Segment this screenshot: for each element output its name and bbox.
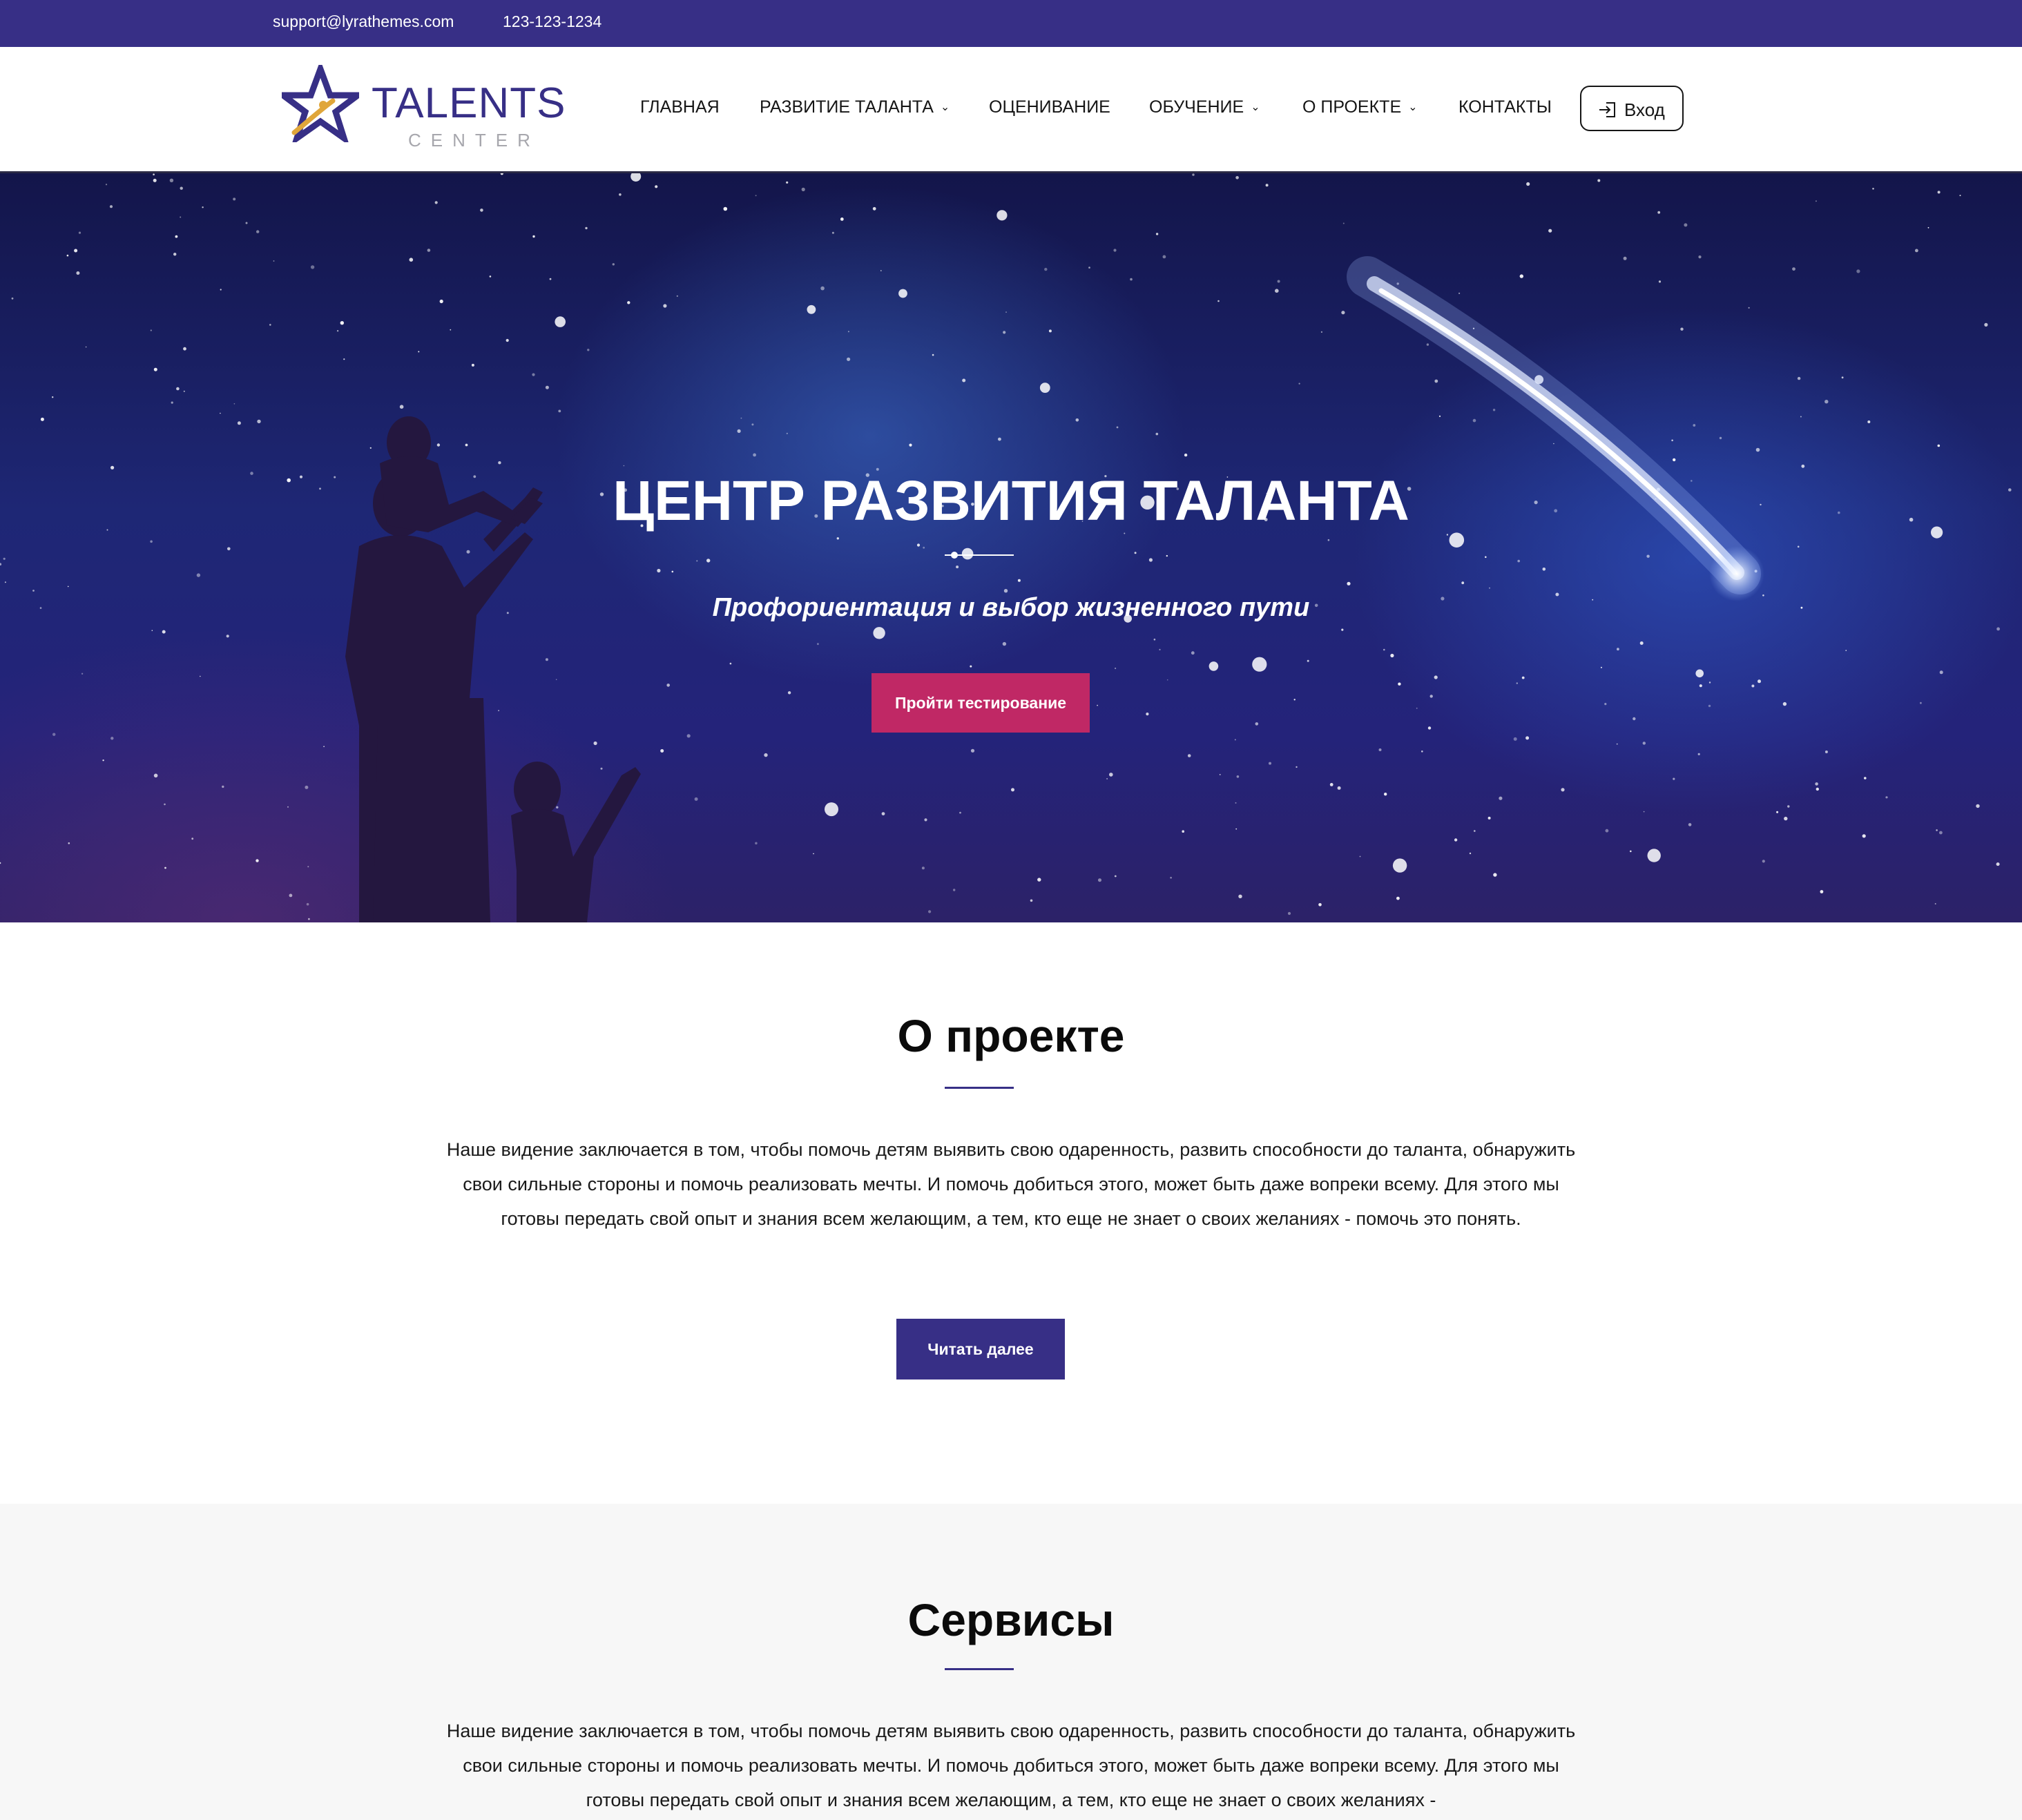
nav-item-label: Контакты — [1458, 97, 1552, 117]
chevron-down-icon: ⌄ — [1251, 101, 1260, 113]
contact-phone[interactable]: 123-123-1234 — [503, 12, 601, 31]
top-bar: support@lyrathemes.com 123-123-1234 — [0, 0, 2022, 47]
star-icon — [282, 65, 359, 142]
nav-item-talent-development[interactable]: Развитие таланта ⌄ — [760, 97, 950, 117]
take-test-button[interactable]: Пройти тестирование — [872, 673, 1090, 733]
hero-subtitle: Профориентация и выбор жизненного пути — [712, 593, 1310, 622]
nav-item-training[interactable]: Обучение ⌄ — [1149, 97, 1260, 117]
services-section: Сервисы Наше видение заключается в том, … — [0, 1504, 2022, 1820]
nav-item-label: Развитие таланта — [760, 97, 934, 117]
about-title: О проекте — [897, 1010, 1125, 1061]
about-text: Наше видение заключается в том, чтобы по… — [446, 1139, 1576, 1229]
nav-item-about[interactable]: О проекте ⌄ — [1302, 97, 1418, 117]
logo-wordmark: TALENTS — [372, 79, 566, 127]
hero-divider-dot — [951, 552, 958, 559]
read-more-button[interactable]: Читать далее — [896, 1319, 1065, 1379]
services-divider — [945, 1668, 1014, 1670]
hero-banner: ЦЕНТР РАЗВИТИЯ ТАЛАНТА Профориентация и … — [0, 173, 2022, 922]
sign-in-icon — [1599, 102, 1615, 117]
about-divider — [945, 1087, 1014, 1089]
silhouette-image — [345, 416, 641, 922]
nav-item-contacts[interactable]: Контакты — [1458, 97, 1552, 117]
logo-subtitle: CENTER — [408, 130, 540, 151]
services-title: Сервисы — [907, 1594, 1115, 1645]
services-text: Наше видение заключается в том, чтобы по… — [446, 1721, 1576, 1810]
login-button[interactable]: Вход — [1580, 86, 1684, 131]
nav-item-label: Главная — [640, 97, 720, 117]
nav-item-home[interactable]: Главная — [640, 97, 720, 117]
hero-title: ЦЕНТР РАЗВИТИЯ ТАЛАНТА — [613, 469, 1409, 532]
nav-item-label: О проекте — [1302, 97, 1402, 117]
site-logo[interactable]: TALENTS CENTER — [282, 64, 572, 151]
nav-item-assessment[interactable]: Оценивание — [989, 97, 1110, 117]
login-label: Вход — [1624, 99, 1665, 120]
nav-item-label: Оценивание — [989, 97, 1110, 117]
contact-email[interactable]: support@lyrathemes.com — [273, 12, 454, 31]
nav-item-label: Обучение — [1149, 97, 1244, 117]
chevron-down-icon: ⌄ — [1408, 101, 1418, 113]
chevron-down-icon: ⌄ — [940, 101, 950, 113]
